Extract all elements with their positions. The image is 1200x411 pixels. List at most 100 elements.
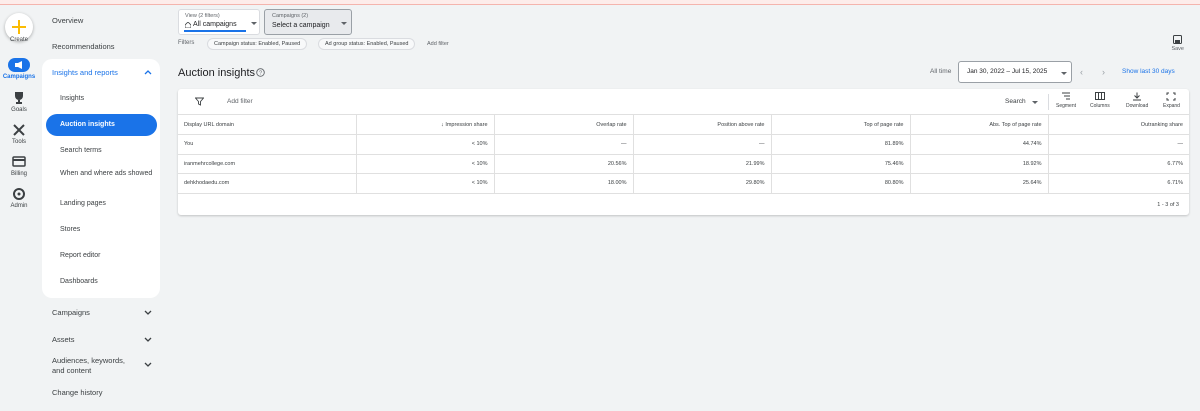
view-underline [184, 30, 246, 32]
columns-icon [1094, 92, 1105, 100]
prev-period-button[interactable]: ‹ [1080, 67, 1083, 77]
nav-overview[interactable]: Overview [52, 16, 158, 25]
table-toolbar: Add filter Search Segment Columns Downlo… [178, 89, 1189, 115]
gear-icon [8, 187, 30, 201]
col-overlap-rate[interactable]: Overlap rate [494, 115, 634, 135]
home-icon [185, 22, 191, 28]
cell-abs-top-of-page-rate: 18.92% [910, 154, 1049, 174]
auction-insights-table: Display URL domain ↓ Impression share Ov… [178, 115, 1189, 194]
cell-abs-top-of-page-rate: 25.64% [910, 173, 1049, 194]
col-top-of-page-rate[interactable]: Top of page rate [771, 115, 911, 135]
cell-overlap-rate: 20.56% [494, 154, 634, 174]
cell-impression-share: < 10% [356, 173, 495, 194]
nav-dashboards[interactable]: Dashboards [60, 278, 156, 285]
cell-top-of-page-rate: 80.80% [771, 173, 911, 194]
cell-impression-share: < 10% [356, 154, 495, 174]
nav-audiences[interactable]: Audiences, keywords, and content [52, 356, 138, 376]
segment-button[interactable]: Segment [1056, 92, 1076, 109]
cell-outranking-share: 6.77% [1048, 154, 1189, 174]
save-icon [1173, 35, 1183, 44]
add-filter-link[interactable]: Add filter [427, 41, 449, 47]
cell-domain: You [178, 134, 357, 155]
create-label: Create [9, 37, 28, 43]
table-row: dehkhodaedu.com < 10% 18.00% 29.80% 80.8… [178, 173, 1189, 194]
segment-icon [1062, 92, 1070, 100]
filters-label: Filters [178, 40, 195, 46]
col-impression-share[interactable]: ↓ Impression share [356, 115, 495, 135]
chevron-down-icon[interactable] [144, 310, 152, 316]
filter-chip-ad-group-status[interactable]: Ad group status: Enabled, Paused [318, 38, 416, 50]
col-abs-top-of-page-rate[interactable]: Abs. Top of page rate [910, 115, 1049, 135]
cell-top-of-page-rate: 81.89% [771, 134, 911, 155]
search-dropdown[interactable]: Search [1005, 98, 1026, 105]
cell-outranking-share: 6.71% [1048, 173, 1189, 194]
nav-change-history[interactable]: Change history [52, 388, 158, 397]
show-last-30-days-link[interactable]: Show last 30 days [1122, 68, 1175, 75]
expand-button[interactable]: Expand [1163, 92, 1180, 109]
table-header-row: Display URL domain ↓ Impression share Ov… [178, 115, 1189, 135]
auction-insights-card: Add filter Search Segment Columns Downlo… [178, 89, 1189, 215]
all-time-label: All time [930, 68, 952, 75]
cell-position-above-rate: 29.80% [633, 173, 772, 194]
cell-position-above-rate: 21.99% [633, 154, 772, 174]
trophy-icon [8, 91, 30, 105]
tools-icon [8, 123, 30, 137]
cell-position-above-rate: — [633, 134, 772, 155]
cell-abs-top-of-page-rate: 44.74% [910, 134, 1049, 155]
svg-text:?: ? [259, 71, 262, 77]
download-icon [1133, 92, 1142, 101]
rail-goals[interactable]: Goals [0, 91, 38, 113]
col-position-above-rate[interactable]: Position above rate [633, 115, 772, 135]
chevron-up-icon[interactable] [144, 69, 152, 75]
left-rail: Create Campaigns Goals Tools Billing Adm… [0, 5, 38, 411]
cell-domain: dehkhodaedu.com [178, 173, 357, 194]
table-row: You < 10% — — 81.89% 44.74% — [178, 134, 1189, 155]
download-button[interactable]: Download [1126, 92, 1148, 109]
rail-campaigns[interactable]: Campaigns [0, 58, 38, 80]
pagination-label: 1 - 3 of 3 [1157, 202, 1179, 208]
save-button[interactable]: Save [1171, 35, 1184, 52]
nav-insights[interactable]: Insights [60, 95, 156, 102]
help-icon[interactable]: ? [256, 68, 265, 77]
filter-icon[interactable] [195, 97, 204, 106]
cell-top-of-page-rate: 75.46% [771, 154, 911, 174]
campaign-selector[interactable]: Campaigns (2) Select a campaign [264, 9, 352, 35]
chevron-down-icon[interactable] [144, 362, 152, 368]
plus-icon [12, 20, 26, 34]
cell-overlap-rate: 18.00% [494, 173, 634, 194]
dropdown-caret-icon [1061, 72, 1067, 75]
nav-assets[interactable]: Assets [52, 335, 158, 344]
col-outranking-share[interactable]: Outranking share [1048, 115, 1189, 135]
megaphone-icon [8, 58, 30, 72]
nav-stores[interactable]: Stores [60, 226, 156, 233]
view-selector[interactable]: View (2 filters) All campaigns [178, 9, 260, 35]
main-content: View (2 filters) All campaigns Campaigns… [170, 5, 1200, 411]
nav-report-editor[interactable]: Report editor [60, 252, 156, 259]
table-row: iranmehrcollege.com < 10% 20.56% 21.99% … [178, 154, 1189, 174]
toolbar-divider [1048, 94, 1049, 110]
nav-landing-pages[interactable]: Landing pages [60, 200, 156, 207]
nav-auction-insights[interactable]: Auction insights [60, 121, 115, 128]
filter-chip-campaign-status[interactable]: Campaign status: Enabled, Paused [207, 38, 308, 50]
chevron-down-icon[interactable] [144, 337, 152, 343]
table-add-filter[interactable]: Add filter [227, 98, 253, 105]
expand-icon [1166, 92, 1176, 101]
rail-tools[interactable]: Tools [0, 123, 38, 145]
columns-button[interactable]: Columns [1090, 92, 1110, 109]
col-display-url-domain[interactable]: Display URL domain [178, 115, 357, 135]
next-period-button[interactable]: › [1102, 67, 1105, 77]
dropdown-caret-icon [341, 22, 347, 25]
date-range-picker[interactable]: Jan 30, 2022 – Jul 15, 2025 [958, 61, 1072, 83]
nav-recommendations[interactable]: Recommendations [52, 42, 158, 51]
nav-insights-reports[interactable]: Insights and reports [52, 68, 158, 77]
credit-card-icon [8, 155, 30, 169]
rail-admin[interactable]: Admin [0, 187, 38, 209]
nav-campaigns[interactable]: Campaigns [52, 308, 158, 317]
cell-domain: iranmehrcollege.com [178, 154, 357, 174]
cell-overlap-rate: — [494, 134, 634, 155]
rail-billing[interactable]: Billing [0, 155, 38, 177]
nav-search-terms[interactable]: Search terms [60, 147, 156, 154]
page-title: Auction insights [178, 67, 256, 79]
dropdown-caret-icon [251, 22, 257, 25]
nav-when-where[interactable]: When and where ads showed [60, 169, 156, 179]
